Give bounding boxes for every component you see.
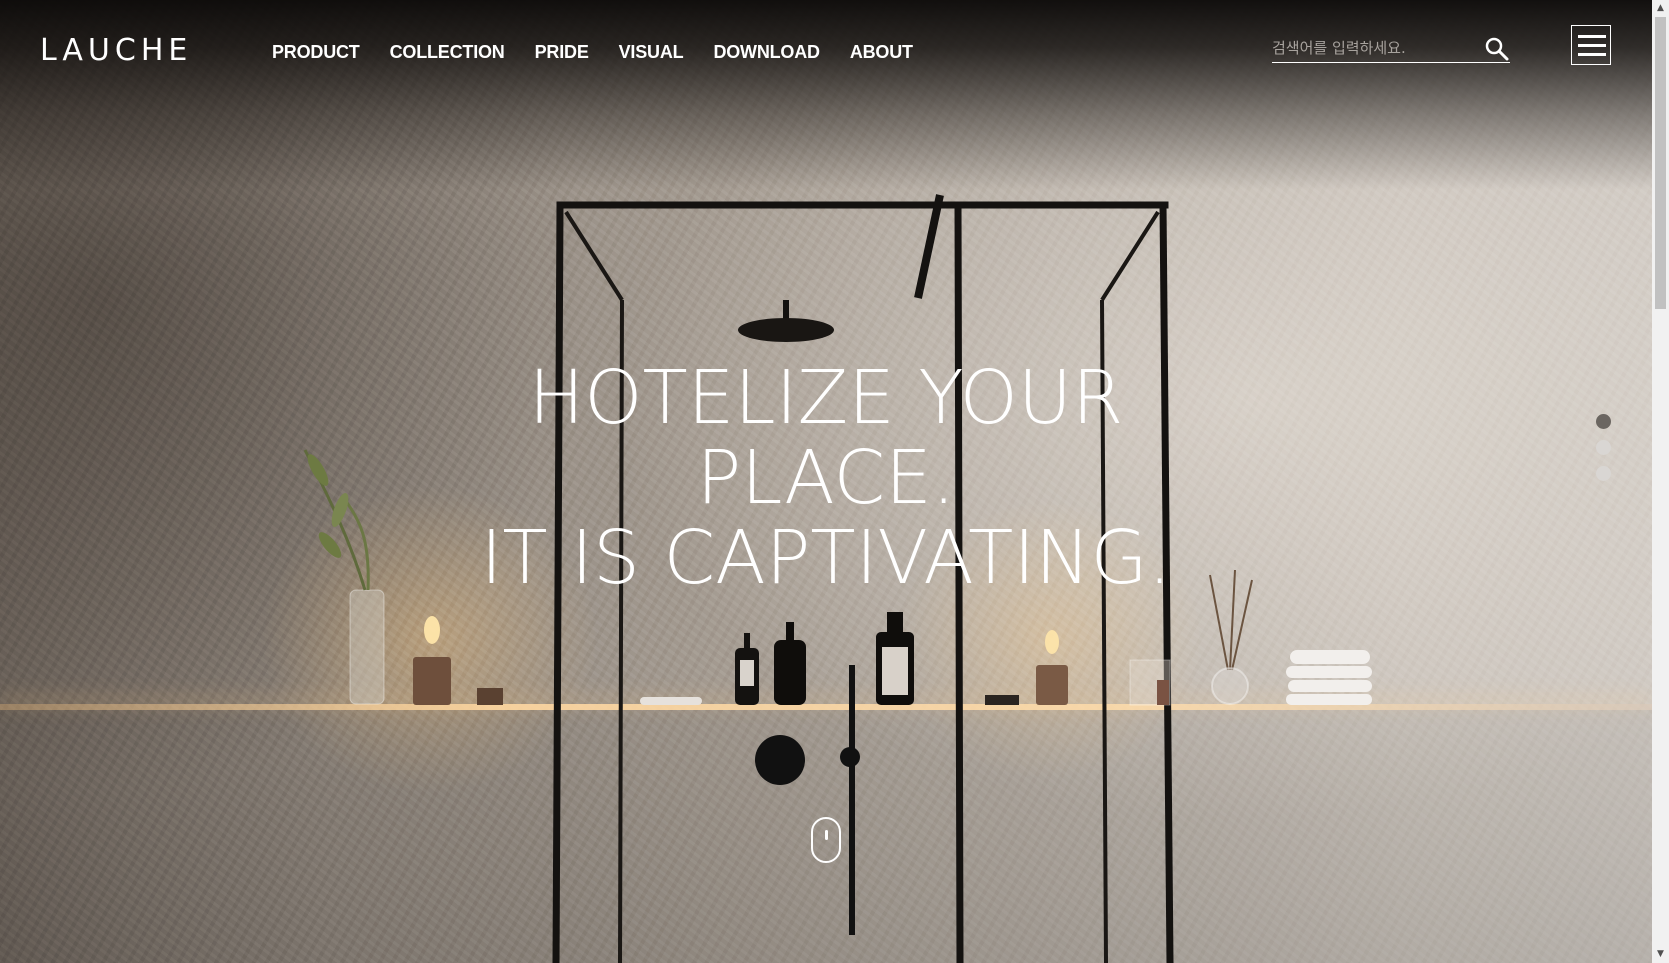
nav-item-collection[interactable]: COLLECTION [390, 42, 505, 63]
mouse-scroll-icon[interactable] [811, 817, 841, 863]
search-box [1272, 36, 1510, 63]
main-nav: PRODUCT COLLECTION PRIDE VISUAL DOWNLOAD… [272, 42, 913, 63]
shower-brace-left [564, 210, 624, 302]
nav-item-pride[interactable]: PRIDE [535, 42, 589, 63]
shower-brace-right [1100, 210, 1160, 302]
hamburger-menu-button[interactable] [1571, 25, 1611, 65]
scroll-up-arrow[interactable]: ▲ [1652, 0, 1669, 17]
nav-item-visual[interactable]: VISUAL [619, 42, 684, 63]
scroll-down-arrow[interactable]: ▼ [1652, 946, 1669, 963]
slider-dot-3[interactable] [1596, 466, 1611, 481]
search-input[interactable] [1272, 36, 1472, 60]
site-header: LAUCHE PRODUCT COLLECTION PRIDE VISUAL D… [0, 0, 1652, 100]
hero-headline: HOTELIZE YOUR PLACE. IT IS CAPTIVATING. [0, 358, 1652, 598]
scroll-thumb[interactable] [1655, 17, 1666, 309]
site-logo[interactable]: LAUCHE [40, 34, 192, 68]
hero-line-2: PLACE. [696, 435, 956, 521]
ceiling-rod [914, 194, 944, 299]
shower-mixer [755, 735, 805, 785]
folded-towels [1286, 650, 1372, 705]
rain-shower-head [738, 318, 834, 342]
slider-dot-2[interactable] [1596, 440, 1611, 455]
slider-dot-1[interactable] [1596, 414, 1611, 429]
search-icon [1485, 37, 1509, 61]
hero-line-1: HOTELIZE YOUR [528, 355, 1124, 441]
nav-item-download[interactable]: DOWNLOAD [713, 42, 820, 63]
hamburger-menu-icon [1578, 35, 1606, 38]
nav-item-product[interactable]: PRODUCT [272, 42, 360, 63]
search-button[interactable] [1484, 36, 1510, 62]
candle-left [413, 616, 503, 705]
page-scrollbar[interactable]: ▲ ▼ [1652, 0, 1669, 963]
nav-item-about[interactable]: ABOUT [850, 42, 913, 63]
hero-line-3: IT IS CAPTIVATING. [480, 515, 1172, 601]
slider-pagination [1596, 414, 1612, 492]
hero-viewport: LAUCHE PRODUCT COLLECTION PRIDE VISUAL D… [0, 0, 1652, 963]
